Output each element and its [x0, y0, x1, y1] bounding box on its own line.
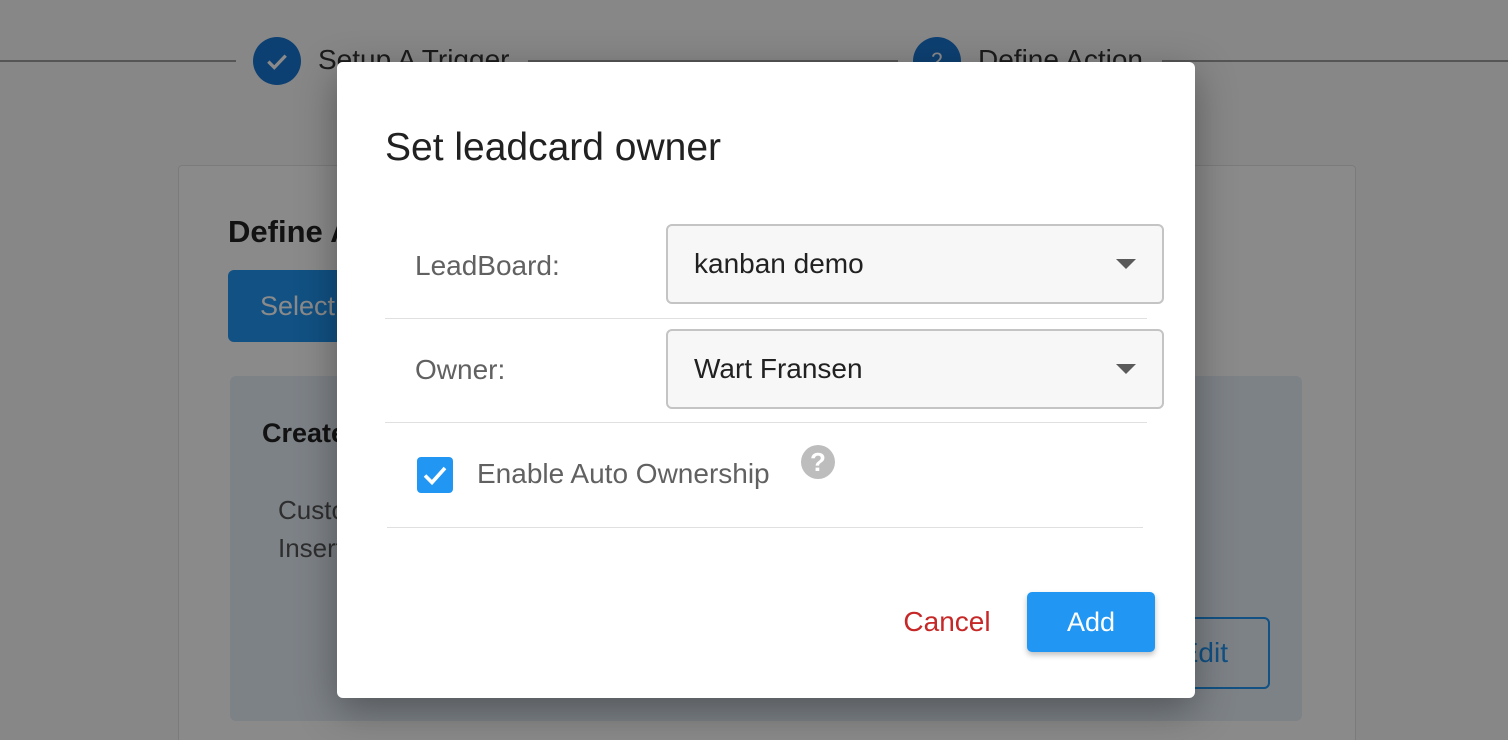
- owner-label: Owner:: [415, 354, 506, 385]
- dialog-title: Set leadcard owner: [385, 126, 722, 169]
- divider: [387, 527, 1143, 528]
- leadboard-label: LeadBoard:: [415, 250, 560, 281]
- owner-select[interactable]: Wart Fransen: [666, 329, 1164, 409]
- owner-row: Owner: Wart Fransen: [385, 318, 1164, 423]
- checkmark-icon: [423, 466, 447, 486]
- set-owner-dialog: Set leadcard owner LeadBoard: kanban dem…: [337, 62, 1195, 698]
- page: Setup A Trigger 2 Define Action Define A…: [0, 0, 1508, 740]
- owner-value: Wart Fransen: [694, 353, 863, 384]
- leadboard-value: kanban demo: [694, 248, 864, 279]
- leadboard-row: LeadBoard: kanban demo: [385, 222, 1164, 319]
- leadboard-select[interactable]: kanban demo: [666, 224, 1164, 304]
- caret-down-icon: [1116, 364, 1136, 374]
- auto-ownership-label[interactable]: Enable Auto Ownership: [477, 458, 770, 490]
- auto-ownership-checkbox[interactable]: [417, 457, 453, 493]
- caret-down-icon: [1116, 259, 1136, 269]
- help-icon[interactable]: ?: [801, 445, 835, 479]
- cancel-button[interactable]: Cancel: [887, 592, 1007, 652]
- add-button[interactable]: Add: [1027, 592, 1155, 652]
